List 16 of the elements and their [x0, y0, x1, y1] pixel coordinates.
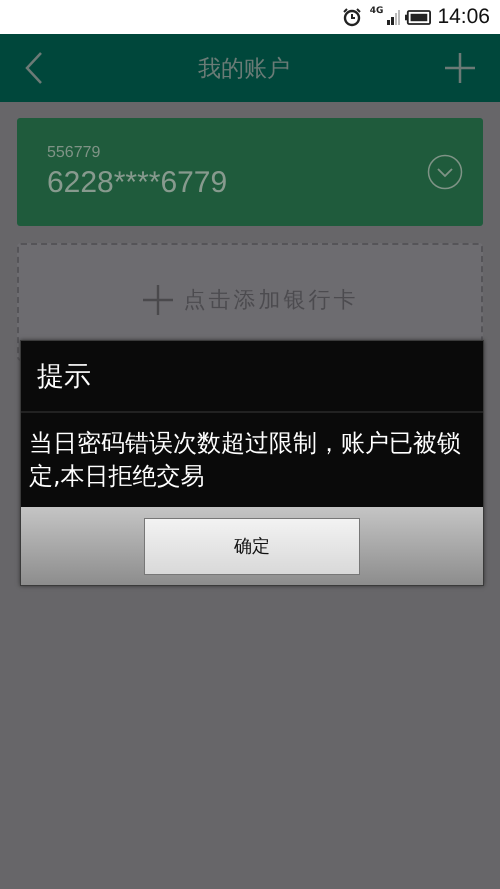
- dialog-message: 当日密码错误次数超过限制，账户已被锁定,本日拒绝交易: [29, 428, 462, 492]
- signal-icon: [387, 9, 402, 25]
- battery-icon: [405, 10, 432, 24]
- plus-icon: [142, 284, 174, 316]
- dropdown-icon[interactable]: [427, 154, 463, 190]
- network-label: 4G: [370, 6, 384, 16]
- add-icon[interactable]: [444, 52, 476, 84]
- account-label: 556779: [47, 144, 102, 162]
- alarm-icon: [342, 7, 362, 27]
- card-number: 6228****6779: [47, 166, 228, 200]
- confirm-button[interactable]: 确定: [144, 518, 360, 574]
- clock-time: 14:06: [437, 5, 490, 29]
- dialog-title: 提示: [37, 360, 91, 394]
- account-card[interactable]: 556779 6228****6779: [17, 118, 483, 226]
- back-icon[interactable]: [24, 51, 44, 85]
- page-title: 我的账户: [198, 54, 290, 84]
